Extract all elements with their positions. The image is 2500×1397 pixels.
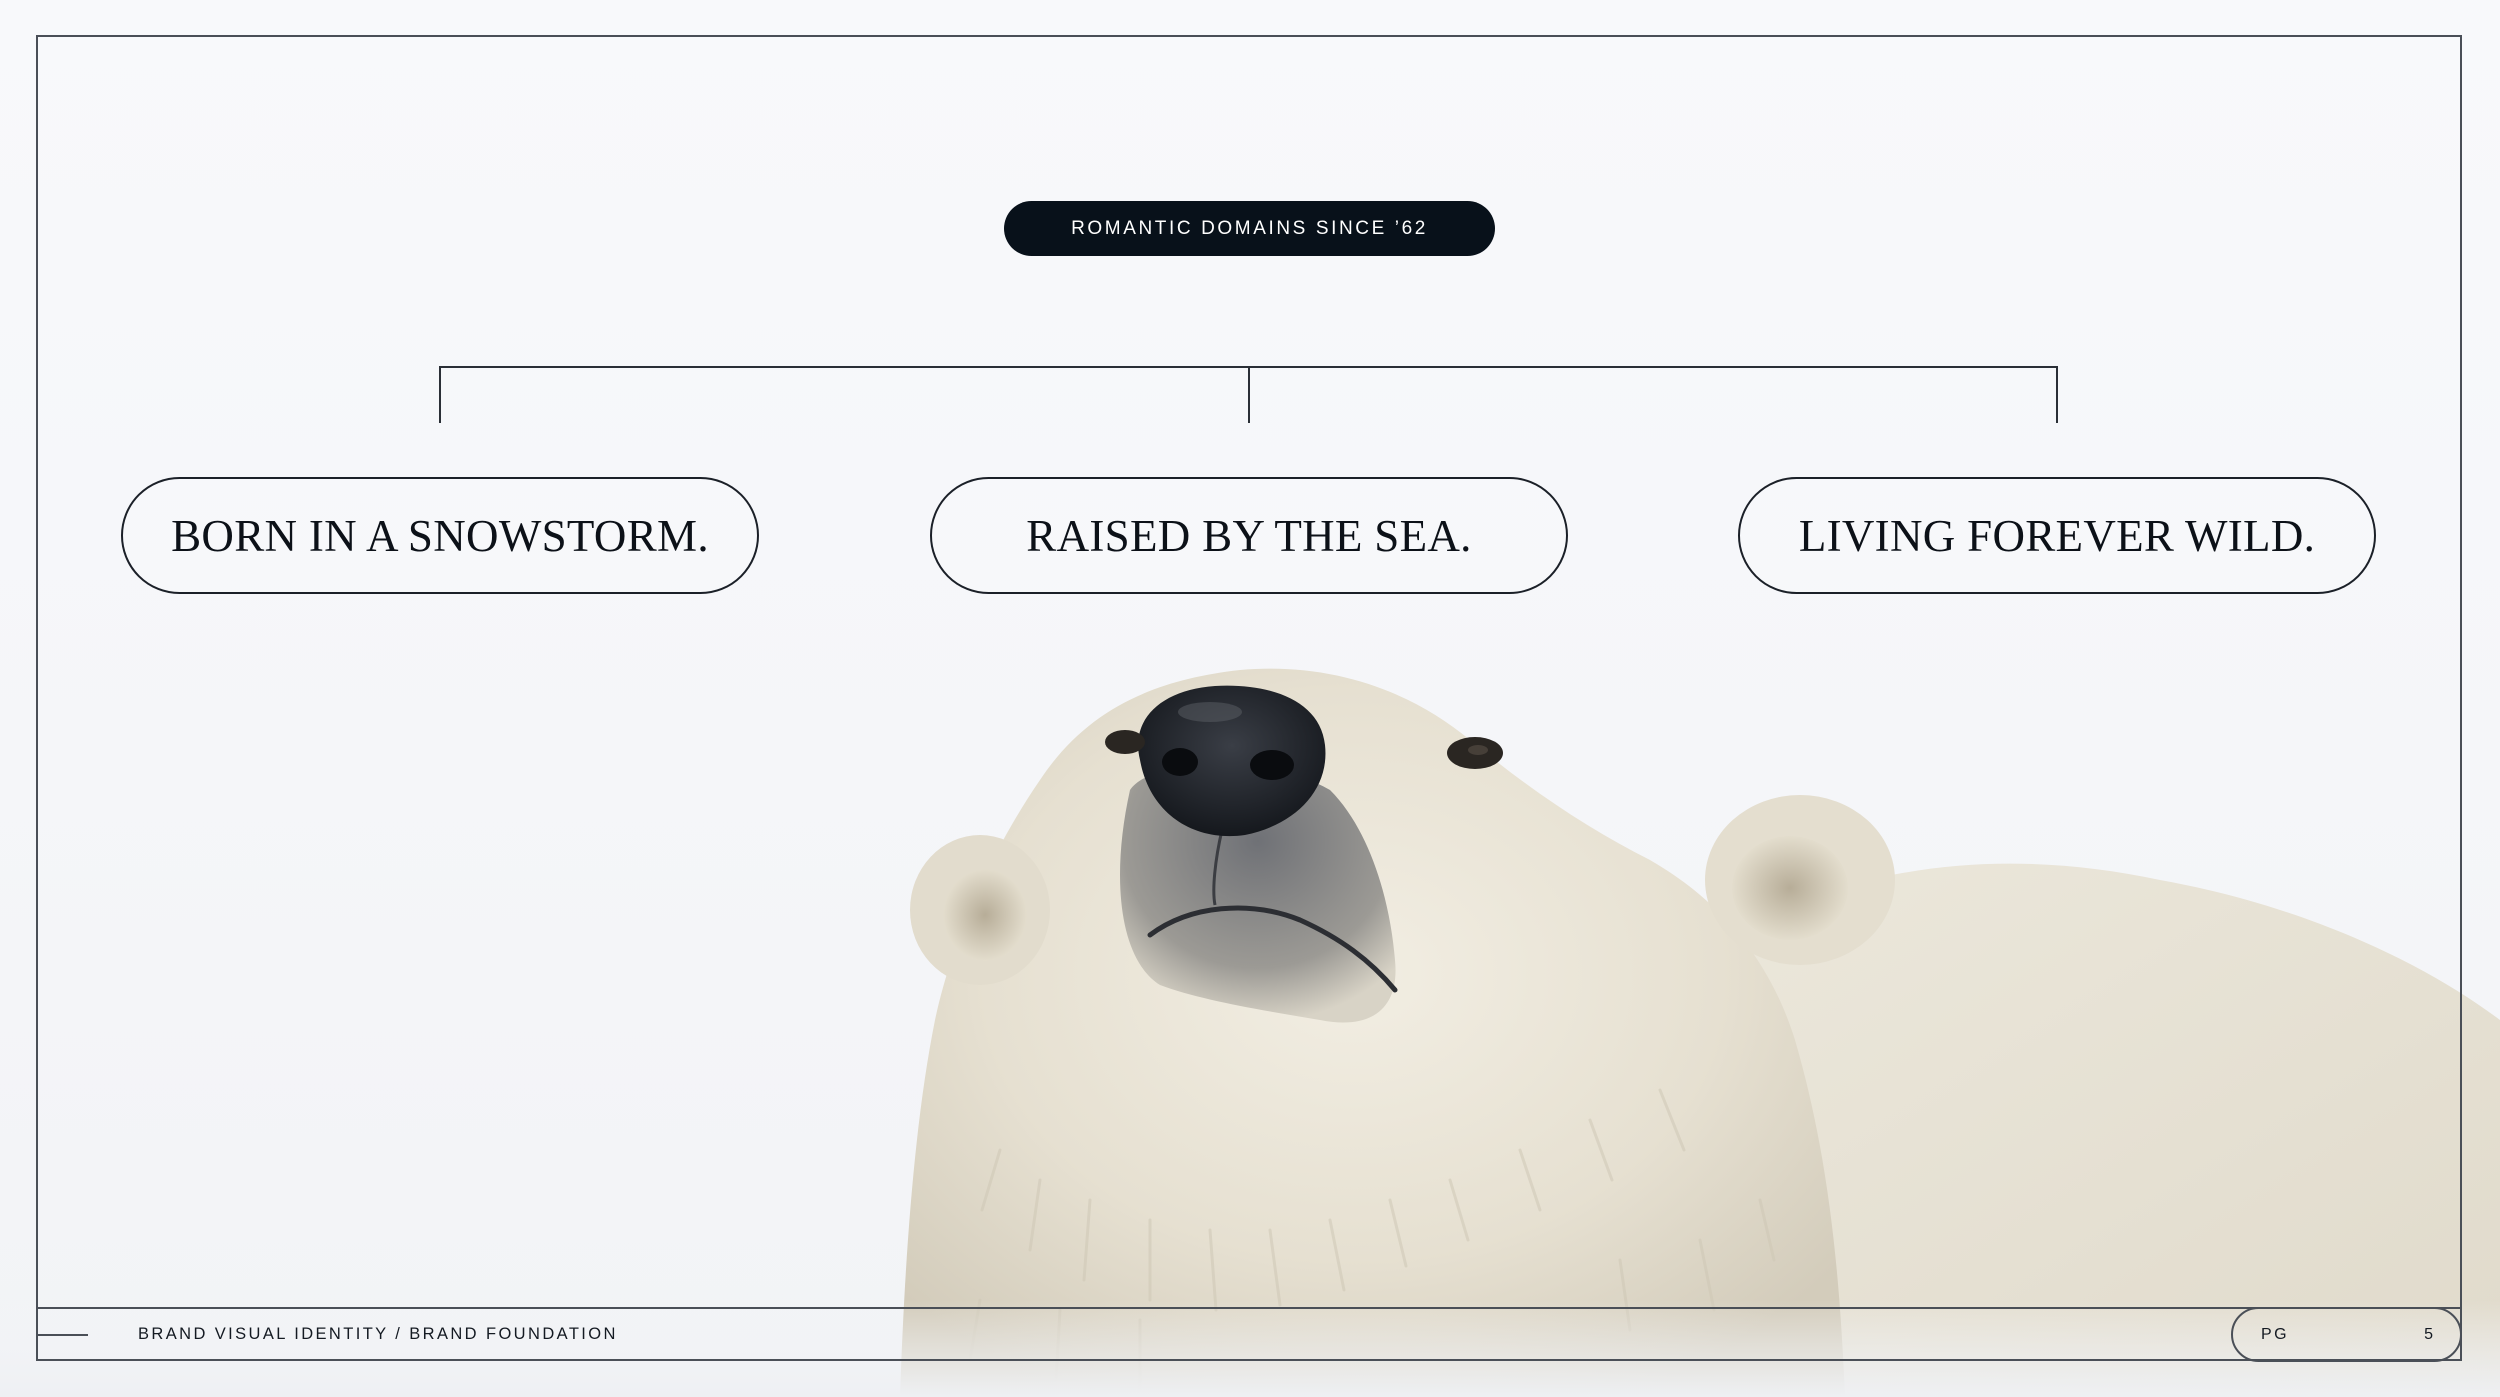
era-badge-label: ROMANTIC DOMAINS SINCE ’62 bbox=[1071, 217, 1428, 239]
pillar-label: RAISED BY THE SEA. bbox=[1026, 510, 1472, 561]
slide: ROMANTIC DOMAINS SINCE ’62 BORN IN A SNO… bbox=[0, 0, 2500, 1397]
pillar-raised-by-the-sea: RAISED BY THE SEA. bbox=[930, 477, 1568, 594]
page-number-pill: PG 5 bbox=[2231, 1307, 2462, 1362]
footer-tick-mark bbox=[36, 1334, 88, 1336]
footer-divider bbox=[36, 1307, 2462, 1309]
pillar-born-in-a-snowstorm: BORN IN A SNOWSTORM. bbox=[121, 477, 759, 594]
era-badge: ROMANTIC DOMAINS SINCE ’62 bbox=[1004, 201, 1495, 256]
page-number: 5 bbox=[2424, 1326, 2434, 1343]
page-label: PG bbox=[2261, 1326, 2289, 1343]
pillar-label: LIVING FOREVER WILD. bbox=[1798, 510, 2316, 561]
footer-section-title: BRAND VISUAL IDENTITY / BRAND FOUNDATION bbox=[138, 1325, 618, 1343]
pillar-label: BORN IN A SNOWSTORM. bbox=[171, 510, 709, 561]
pillar-living-forever-wild: LIVING FOREVER WILD. bbox=[1738, 477, 2376, 594]
